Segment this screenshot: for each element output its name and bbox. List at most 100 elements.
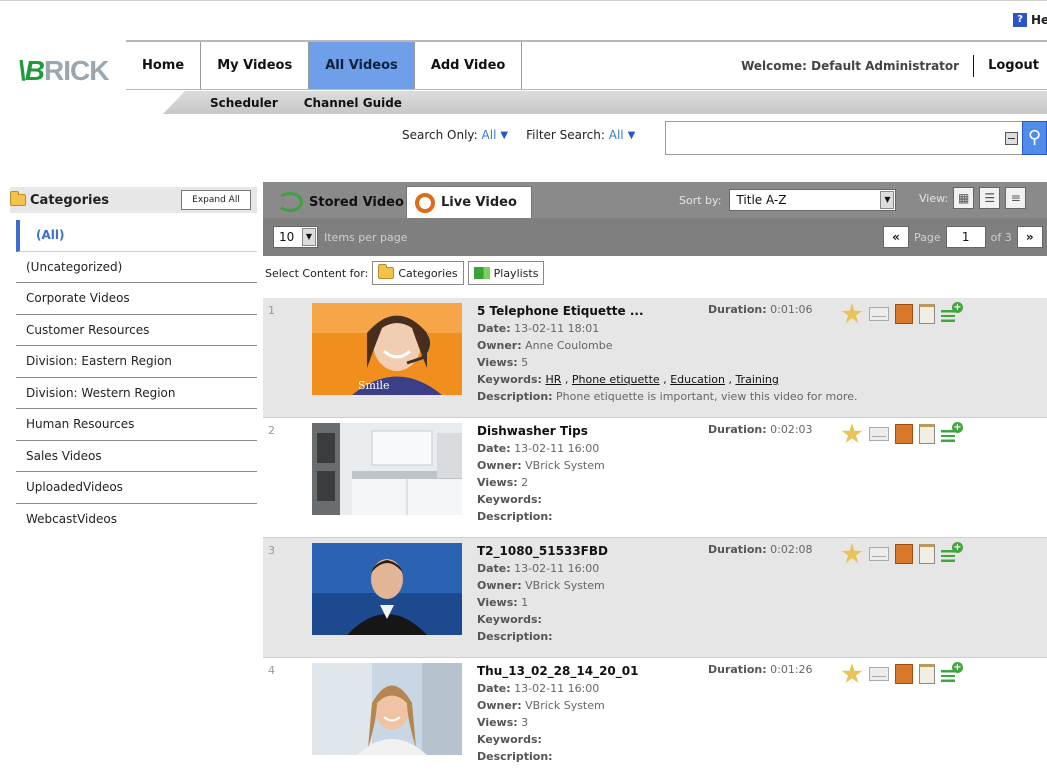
email-icon[interactable] — [869, 427, 889, 441]
favorite-star-icon[interactable] — [841, 543, 863, 564]
playlist-icon — [473, 267, 490, 279]
keyword-link[interactable]: Education — [670, 373, 725, 386]
playlists-button[interactable]: Playlists — [467, 261, 545, 285]
email-icon[interactable] — [869, 667, 889, 681]
category-item-uncategorized[interactable]: (Uncategorized) — [16, 252, 257, 283]
folder-icon — [10, 191, 26, 206]
owner-label: Owner: — [477, 339, 522, 352]
clipboard-icon[interactable] — [919, 424, 935, 444]
duration-label: Duration: — [708, 543, 767, 556]
nav-tab-my-videos[interactable]: My Videos — [201, 42, 310, 89]
sort-label: Sort by: — [679, 193, 722, 207]
list-view-icon[interactable]: ≡ — [1005, 187, 1027, 209]
categories-button[interactable]: Categories — [372, 261, 464, 285]
categories-header: Categories Expand All — [10, 187, 257, 213]
filter-search-dropdown[interactable]: All — [609, 128, 624, 142]
playlists-button-label: Playlists — [493, 266, 539, 280]
video-actions — [841, 542, 963, 565]
clipboard-icon[interactable] — [919, 664, 935, 684]
category-item-customer-resources[interactable]: Customer Resources — [16, 315, 257, 346]
subnav-channel-guide[interactable]: Channel Guide — [304, 96, 402, 110]
video-title[interactable]: T2_1080_51533FBD — [477, 543, 608, 560]
keyword-link[interactable]: HR — [545, 373, 561, 386]
clear-search-icon[interactable] — [1005, 132, 1018, 145]
search-button[interactable]: ⚲ — [1022, 121, 1047, 155]
category-item-webcast-videos[interactable]: WebcastVideos — [16, 504, 257, 536]
embed-icon[interactable] — [895, 304, 913, 324]
category-item-eastern-region[interactable]: Division: Eastern Region — [16, 346, 257, 378]
subnav-scheduler[interactable]: Scheduler — [210, 96, 278, 110]
views-label: Views: — [477, 596, 518, 609]
favorite-star-icon[interactable] — [841, 303, 863, 324]
search-input[interactable] — [665, 121, 1041, 155]
sub-nav: Scheduler Channel Guide — [163, 91, 1047, 114]
chevron-down-icon[interactable]: ▼ — [880, 191, 895, 209]
tab-stored-label: Stored Video — [309, 194, 404, 210]
sort-value: Title A-Z — [736, 193, 787, 207]
tab-stored-video[interactable]: Stored Video — [269, 186, 412, 218]
favorite-star-icon[interactable] — [841, 663, 863, 684]
help-icon: ? — [1013, 13, 1027, 27]
category-item-all[interactable]: (All) — [16, 220, 257, 252]
video-row: 3 T2_1080_51533FBD Date: 13-02-11 16:00 … — [263, 538, 1047, 658]
clipboard-icon[interactable] — [919, 544, 935, 564]
help-link[interactable]: ? Help — [1013, 13, 1047, 27]
video-views: 5 — [521, 356, 529, 369]
category-item-western-region[interactable]: Division: Western Region — [16, 378, 257, 409]
clipboard-icon[interactable] — [919, 304, 935, 324]
email-icon[interactable] — [869, 307, 889, 321]
video-date: 13-02-11 16:00 — [514, 442, 600, 455]
video-thumbnail[interactable] — [312, 423, 462, 515]
grid-view-icon[interactable]: ▦ — [953, 187, 975, 209]
search-only-dropdown[interactable]: All — [482, 128, 497, 142]
pagination-bar: 10 ▼ Items per page « Page 1 of 3 » — [263, 218, 1047, 256]
detail-view-icon[interactable]: ☰ — [979, 187, 1001, 209]
duration-label: Duration: — [708, 423, 767, 436]
select-content: Select Content for: Categories Playlists — [265, 261, 545, 285]
embed-icon[interactable] — [895, 544, 913, 564]
nav-tab-add-video[interactable]: Add Video — [415, 42, 523, 89]
description-label: Description: — [477, 750, 553, 763]
page-input[interactable]: 1 — [945, 226, 986, 248]
duration-label: Duration: — [708, 663, 767, 676]
embed-icon[interactable] — [895, 424, 913, 444]
search-filters: Search Only: All ▼ Filter Search: All ▼ — [402, 128, 635, 142]
prev-page-button[interactable]: « — [883, 226, 909, 248]
category-item-human-resources[interactable]: Human Resources — [16, 409, 257, 441]
keyword-link[interactable]: Training — [735, 373, 778, 386]
chevron-down-icon[interactable]: ▼ — [302, 228, 316, 246]
category-item-corporate-videos[interactable]: Corporate Videos — [16, 283, 257, 315]
live-video-icon — [415, 192, 435, 213]
expand-all-button[interactable]: Expand All — [181, 190, 251, 210]
video-title[interactable]: Thu_13_02_28_14_20_01 — [477, 663, 638, 680]
view-label: View: — [919, 191, 949, 205]
tab-live-video[interactable]: Live Video — [406, 186, 532, 218]
logout-link[interactable]: Logout — [988, 58, 1039, 73]
items-per-page-select[interactable]: 10 ▼ — [273, 226, 318, 248]
embed-icon[interactable] — [895, 664, 913, 684]
chevron-down-icon[interactable]: ▼ — [628, 130, 636, 141]
nav-tab-all-videos[interactable]: All Videos — [309, 42, 415, 89]
sort-select[interactable]: Title A-Z ▼ — [729, 189, 897, 211]
user-area: Welcome: Default Administrator Logout — [741, 42, 1047, 89]
video-thumbnail[interactable] — [312, 663, 462, 755]
next-page-button[interactable]: » — [1016, 226, 1043, 248]
video-title[interactable]: Dishwasher Tips — [477, 423, 605, 440]
video-info: Thu_13_02_28_14_20_01 Date: 13-02-11 16:… — [477, 663, 638, 765]
favorite-star-icon[interactable] — [841, 423, 863, 444]
email-icon[interactable] — [869, 547, 889, 561]
nav-tab-home[interactable]: Home — [126, 42, 202, 89]
category-item-sales-videos[interactable]: Sales Videos — [16, 441, 257, 472]
video-thumbnail[interactable]: Smile — [312, 303, 462, 395]
add-to-playlist-icon[interactable] — [941, 422, 963, 444]
add-to-playlist-icon[interactable] — [941, 302, 963, 324]
duration-value: 0:01:26 — [770, 663, 813, 676]
category-item-uploaded-videos[interactable]: UploadedVideos — [16, 472, 257, 504]
categories-title: Categories — [30, 192, 110, 208]
vbrick-logo[interactable]: \BRICK — [18, 55, 109, 87]
video-thumbnail[interactable] — [312, 543, 462, 635]
keyword-link[interactable]: Phone etiquette — [572, 373, 660, 386]
add-to-playlist-icon[interactable] — [941, 542, 963, 564]
chevron-down-icon[interactable]: ▼ — [500, 130, 508, 141]
add-to-playlist-icon[interactable] — [941, 662, 963, 684]
